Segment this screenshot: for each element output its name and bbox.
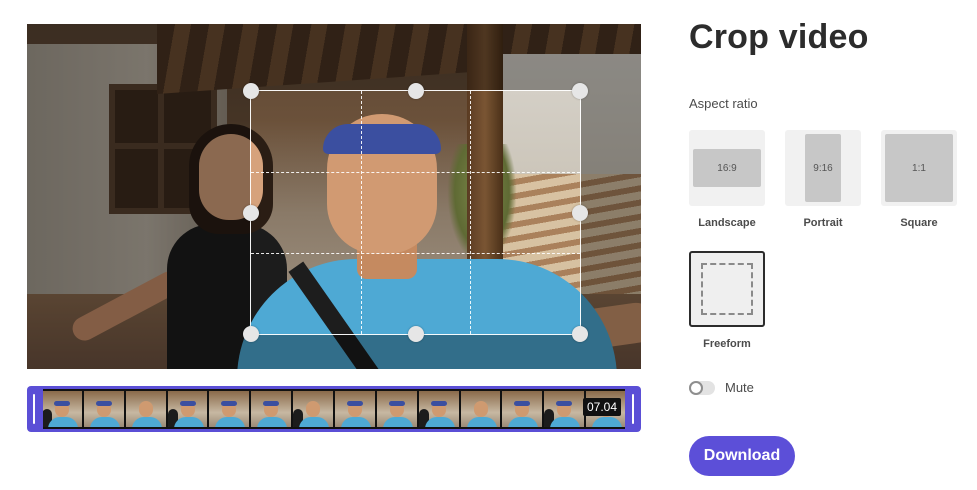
timeline-thumbnail bbox=[251, 391, 292, 427]
timeline-thumbnail bbox=[209, 391, 250, 427]
timeline[interactable]: 07.04 bbox=[27, 386, 641, 432]
timeline-thumbnail bbox=[418, 391, 459, 427]
timeline-thumbnail bbox=[125, 391, 166, 427]
page-title: Crop video bbox=[689, 18, 869, 56]
timeline-thumbnail bbox=[544, 391, 585, 427]
crop-handle-left[interactable] bbox=[243, 204, 259, 221]
timeline-thumbnail bbox=[293, 391, 333, 427]
timeline-thumbnail bbox=[42, 391, 82, 427]
ratio-option-square[interactable]: 1:1 Square bbox=[881, 130, 957, 229]
timeline-thumbnail bbox=[460, 391, 501, 427]
trim-handle-start-grip[interactable] bbox=[33, 394, 35, 424]
ratio-caption: Square bbox=[900, 217, 938, 229]
ratio-option-portrait[interactable]: 9:16 Portrait bbox=[785, 130, 861, 229]
timeline-thumbnail bbox=[376, 391, 417, 427]
crop-handle-top-right[interactable] bbox=[572, 83, 588, 99]
duration-badge: 07.04 bbox=[582, 398, 621, 416]
video-preview bbox=[27, 24, 641, 369]
timeline-thumbnail bbox=[167, 391, 208, 427]
crop-handle-right[interactable] bbox=[572, 204, 588, 221]
crop-handle-top[interactable] bbox=[407, 83, 424, 99]
square-ratio-icon: 1:1 bbox=[885, 134, 953, 202]
ratio-option-freeform[interactable]: Freeform bbox=[689, 251, 765, 350]
crop-handle-bottom[interactable] bbox=[407, 326, 424, 342]
crop-grid-line bbox=[360, 91, 362, 334]
crop-grid-line bbox=[251, 252, 580, 254]
timeline-thumbnails[interactable] bbox=[41, 389, 627, 429]
toggle-switch[interactable] bbox=[689, 380, 715, 395]
timeline-thumbnail bbox=[335, 391, 375, 427]
crop-grid-line bbox=[470, 91, 472, 334]
freeform-ratio-icon bbox=[701, 263, 753, 315]
portrait-ratio-icon: 9:16 bbox=[805, 134, 841, 202]
mute-toggle[interactable]: Mute bbox=[689, 380, 754, 395]
crop-handle-top-left[interactable] bbox=[243, 83, 259, 99]
ratio-caption: Freeform bbox=[703, 338, 751, 350]
crop-grid-line bbox=[251, 171, 580, 173]
timeline-thumbnail bbox=[83, 391, 124, 427]
ratio-caption: Landscape bbox=[698, 217, 756, 229]
toggle-knob bbox=[689, 380, 703, 395]
timeline-thumbnail bbox=[502, 391, 543, 427]
ratio-option-landscape[interactable]: 16:9 Landscape bbox=[689, 130, 765, 229]
aspect-ratio-label: Aspect ratio bbox=[689, 96, 758, 111]
crop-handle-bottom-left[interactable] bbox=[243, 326, 259, 342]
crop-handle-bottom-right[interactable] bbox=[572, 326, 588, 342]
mute-label: Mute bbox=[725, 380, 754, 395]
ratio-tile: 16:9 bbox=[689, 130, 765, 206]
ratio-tile bbox=[689, 251, 765, 327]
download-button[interactable]: Download bbox=[689, 436, 795, 476]
ratio-tile: 9:16 bbox=[785, 130, 861, 206]
crop-box[interactable] bbox=[243, 83, 588, 342]
landscape-ratio-icon: 16:9 bbox=[693, 149, 761, 187]
ratio-caption: Portrait bbox=[803, 217, 843, 229]
trim-handle-end-grip[interactable] bbox=[632, 394, 634, 424]
ratio-tile: 1:1 bbox=[881, 130, 957, 206]
